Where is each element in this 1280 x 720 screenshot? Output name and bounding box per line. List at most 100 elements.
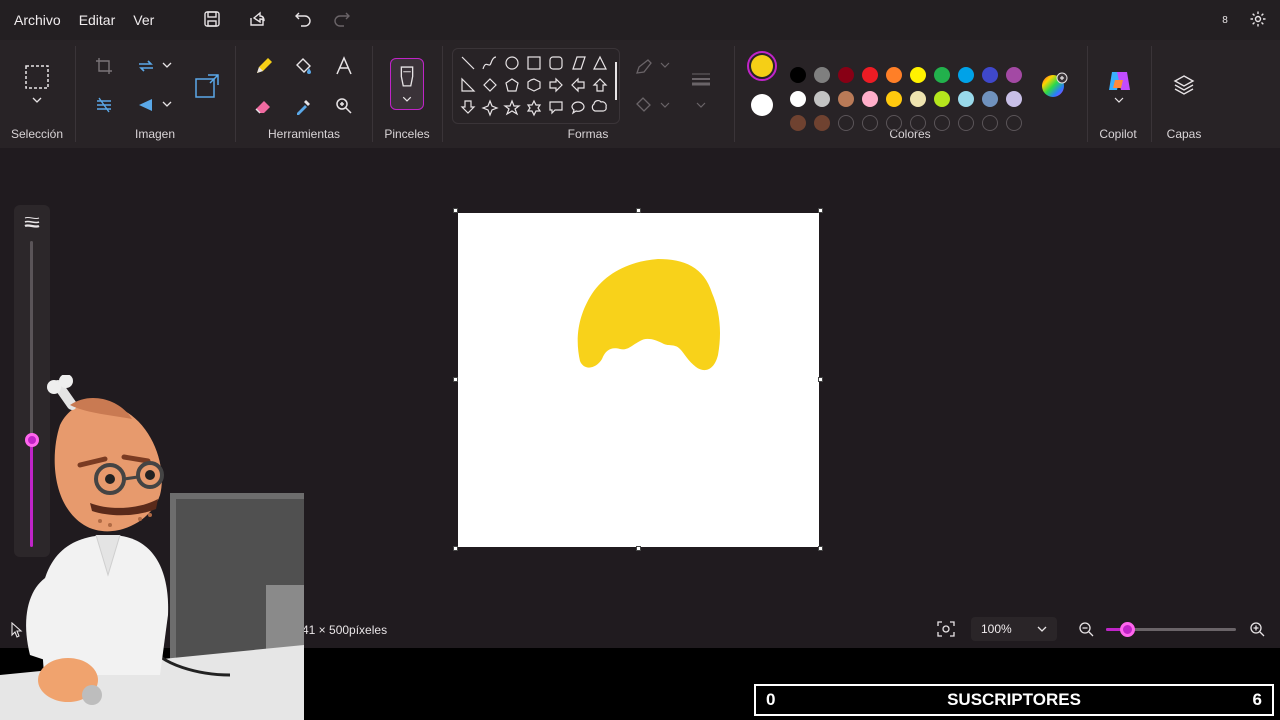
callout-rect-shape-icon [549, 101, 563, 115]
account-avatar[interactable]: 8 [1216, 11, 1234, 29]
remove-background-icon[interactable] [95, 96, 113, 114]
color-swatch[interactable] [934, 67, 950, 83]
save-icon[interactable] [198, 5, 226, 33]
group-label-copilot: Copilot [1099, 127, 1137, 141]
eraser-icon[interactable] [254, 96, 274, 116]
resize-handle[interactable] [453, 546, 458, 551]
resize-handle[interactable] [636, 208, 641, 213]
six-point-star-shape-icon [526, 99, 542, 117]
primary-color[interactable] [747, 51, 777, 81]
pencil-icon[interactable] [254, 56, 274, 76]
copilot-chevron-down-icon[interactable] [1114, 96, 1124, 104]
color-swatch[interactable] [790, 67, 806, 83]
zoom-chevron-down-icon [1037, 626, 1047, 632]
shape-fill-chevron-down-icon[interactable] [660, 101, 670, 109]
subscriber-title: SUSCRIPTORES [947, 690, 1081, 709]
color-swatch[interactable] [862, 67, 878, 83]
edit-colors-icon[interactable] [1040, 72, 1068, 100]
color-swatch[interactable] [910, 91, 926, 107]
color-swatch[interactable] [814, 91, 830, 107]
fit-to-window-icon[interactable] [937, 621, 955, 637]
flip-chevron-down-icon[interactable] [162, 100, 172, 108]
right-triangle-shape-icon [461, 77, 476, 92]
subscriber-counter: 0 SUSCRIPTORES 6 [754, 684, 1274, 716]
zoom-slider-thumb[interactable] [1120, 622, 1135, 637]
secondary-color[interactable] [751, 94, 773, 116]
empty-custom-color-swatch[interactable] [838, 115, 854, 131]
triangle-shape-icon [593, 55, 607, 70]
color-swatch[interactable] [790, 115, 806, 131]
resize-handle[interactable] [818, 377, 823, 382]
text-icon[interactable] [334, 56, 354, 76]
color-swatch[interactable] [886, 91, 902, 107]
menu-ver[interactable]: Ver [133, 12, 154, 28]
empty-custom-color-swatch[interactable] [982, 115, 998, 131]
color-swatch[interactable] [958, 91, 974, 107]
empty-custom-color-swatch[interactable] [910, 115, 926, 131]
empty-custom-color-swatch[interactable] [1006, 115, 1022, 131]
copilot-icon[interactable] [1106, 68, 1132, 94]
settings-gear-icon[interactable] [1244, 5, 1272, 33]
shape-outline-icon[interactable] [634, 58, 654, 76]
empty-custom-color-swatch[interactable] [958, 115, 974, 131]
line-shape-icon [461, 56, 475, 70]
zoom-out-icon[interactable] [1078, 621, 1094, 637]
color-swatch[interactable] [814, 115, 830, 131]
magnifier-icon[interactable] [334, 96, 354, 116]
divider [75, 46, 76, 142]
yellow-paint-stroke [577, 259, 720, 371]
empty-custom-color-swatch[interactable] [886, 115, 902, 131]
shape-fill-icon[interactable] [634, 96, 654, 114]
menu-archivo[interactable]: Archivo [14, 12, 61, 28]
shape-outline-chevron-down-icon[interactable] [660, 61, 670, 69]
group-label-brushes: Pinceles [384, 127, 430, 141]
resize-handle[interactable] [453, 208, 458, 213]
color-swatch[interactable] [862, 91, 878, 107]
resize-handle[interactable] [636, 546, 641, 551]
menu-editar[interactable]: Editar [79, 12, 116, 28]
rotate-icon[interactable] [136, 56, 156, 76]
color-swatch[interactable] [982, 67, 998, 83]
four-point-star-shape-icon [481, 99, 499, 117]
color-swatch[interactable] [958, 67, 974, 83]
flip-icon[interactable] [136, 95, 156, 115]
callout-cloud-shape-icon [591, 100, 607, 112]
color-picker-icon[interactable] [294, 96, 314, 116]
selection-chevron-down-icon[interactable] [31, 96, 43, 104]
resize-image-icon[interactable] [194, 73, 220, 99]
zoom-in-icon[interactable] [1249, 621, 1265, 637]
layers-icon[interactable] [1172, 73, 1196, 97]
color-swatch[interactable] [934, 91, 950, 107]
redo-icon[interactable] [328, 5, 356, 33]
share-icon[interactable] [243, 5, 271, 33]
empty-custom-color-swatch[interactable] [862, 115, 878, 131]
callout-oval-shape-icon [571, 101, 585, 115]
resize-handle[interactable] [818, 208, 823, 213]
selection-rect-icon[interactable] [24, 64, 50, 90]
color-swatch[interactable] [790, 91, 806, 107]
zoom-level-select[interactable]: 100% [971, 617, 1057, 641]
crop-icon[interactable] [95, 57, 113, 75]
empty-custom-color-swatch[interactable] [934, 115, 950, 131]
stroke-size-chevron-down-icon[interactable] [696, 101, 706, 109]
stroke-size-icon[interactable] [690, 70, 712, 88]
shapes-scrollbar[interactable] [615, 62, 617, 100]
color-swatch[interactable] [982, 91, 998, 107]
color-swatch[interactable] [838, 67, 854, 83]
color-swatch[interactable] [838, 91, 854, 107]
drawing-canvas[interactable] [458, 213, 819, 547]
subscriber-count-right: 6 [1252, 690, 1262, 709]
rotate-chevron-down-icon[interactable] [162, 61, 172, 69]
color-swatch[interactable] [1006, 91, 1022, 107]
resize-handle[interactable] [453, 377, 458, 382]
color-swatch[interactable] [814, 67, 830, 83]
color-swatch[interactable] [886, 67, 902, 83]
undo-icon[interactable] [289, 5, 317, 33]
curve-shape-icon [482, 56, 497, 70]
fill-bucket-icon[interactable] [294, 56, 314, 76]
brushes-button[interactable] [390, 58, 424, 110]
right-arrow-shape-icon [549, 77, 563, 93]
resize-handle[interactable] [818, 546, 823, 551]
color-swatch[interactable] [1006, 67, 1022, 83]
color-swatch[interactable] [910, 67, 926, 83]
